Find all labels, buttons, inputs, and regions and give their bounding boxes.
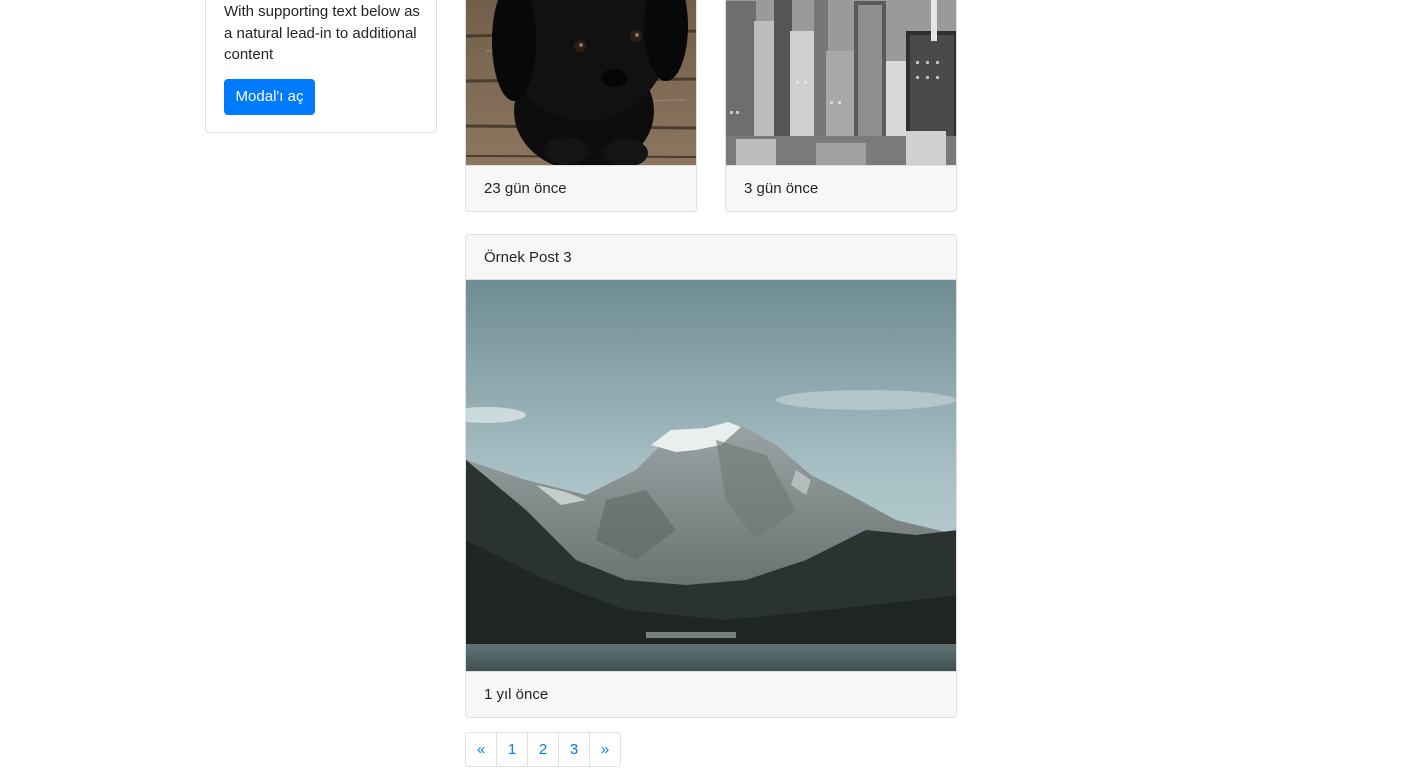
post-image-mountain (466, 280, 956, 673)
open-modal-button[interactable]: Modal'ı aç (224, 79, 315, 115)
pagination: « 1 2 3 » (465, 732, 621, 767)
pagination-prev-link[interactable]: « (466, 733, 496, 766)
post-timestamp: 23 gün önce (466, 165, 696, 211)
post-image-city (726, 0, 956, 166)
card-text: With supporting text below as a natural … (224, 3, 420, 63)
pagination-next-link[interactable]: » (589, 733, 620, 766)
sidebar-card: With supporting text below as a natural … (205, 0, 437, 133)
post-title: Örnek Post 3 (466, 235, 956, 280)
post-timestamp: 3 gün önce (726, 165, 956, 211)
pagination-page-1[interactable]: 1 (496, 733, 527, 766)
post-card-1: 23 gün önce (465, 0, 697, 212)
post-card-2: 3 gün önce (725, 0, 957, 212)
pagination-page-2[interactable]: 2 (527, 733, 558, 766)
post-timestamp: 1 yıl önce (466, 671, 956, 717)
pagination-page-3[interactable]: 3 (558, 733, 589, 766)
post-image-puppy (466, 0, 696, 166)
post-card-3: Örnek Post 3 1 yıl önce (465, 234, 957, 718)
